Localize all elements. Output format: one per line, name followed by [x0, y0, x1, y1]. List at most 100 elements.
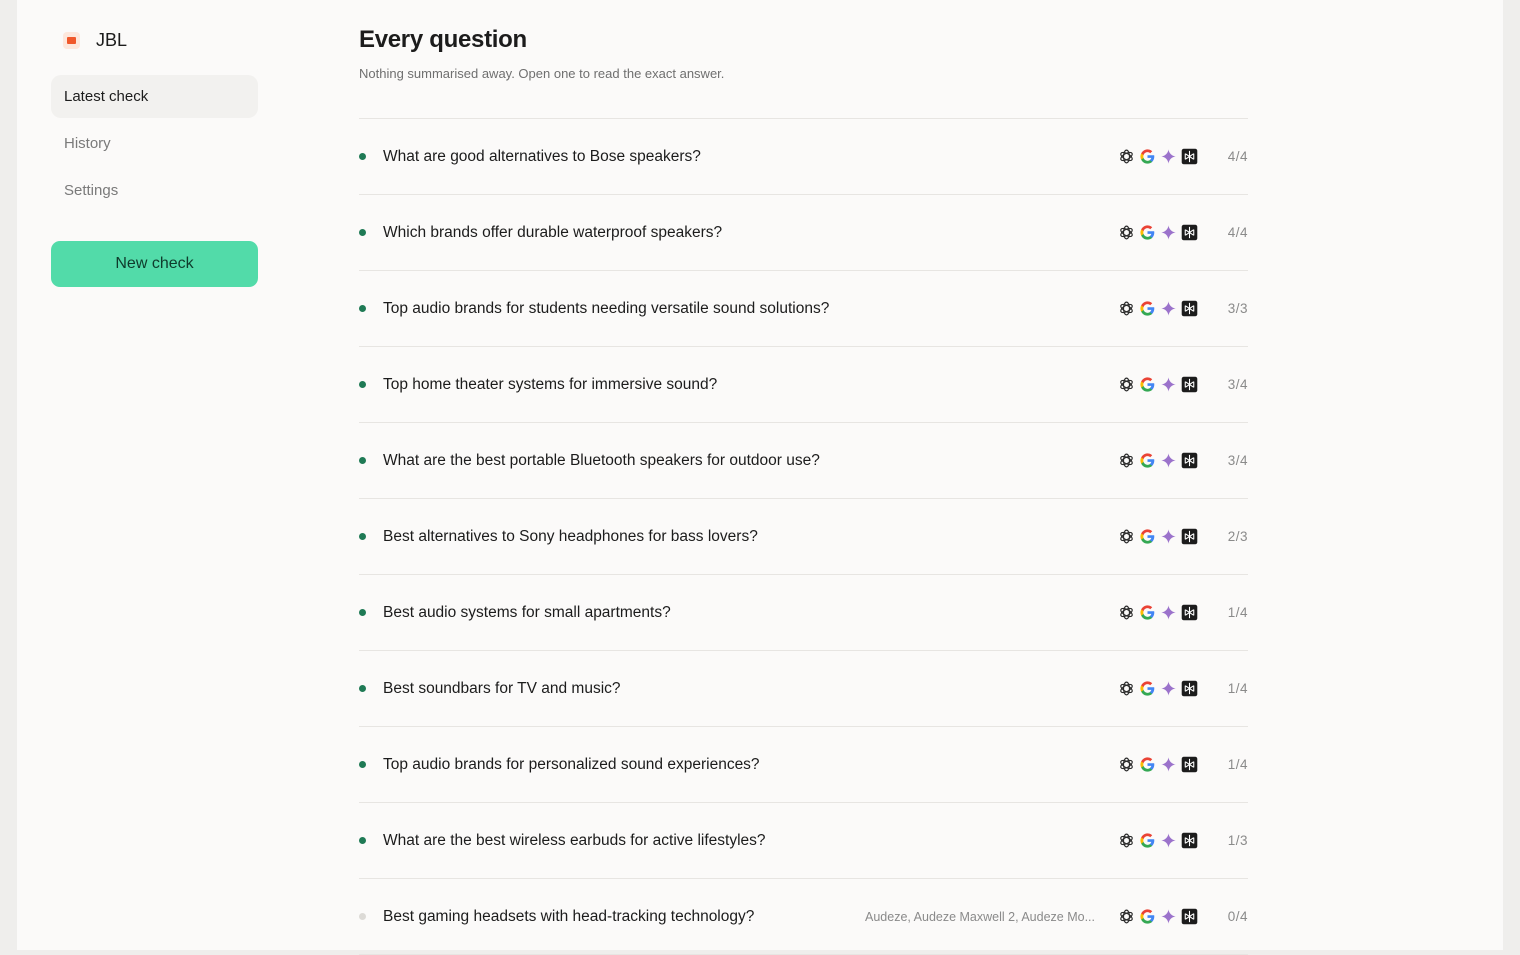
score-badge: 0/4: [1227, 909, 1248, 924]
engine-icons: [1117, 224, 1201, 242]
question-text: Best audio systems for small apartments?: [383, 603, 671, 621]
chatgpt-icon: [1117, 604, 1135, 622]
chatgpt-icon: [1117, 528, 1135, 546]
mentioned-brands: Audeze, Audeze Maxwell 2, Audeze Mo...: [865, 909, 1095, 924]
question-row[interactable]: Best gaming headsets with head-tracking …: [359, 879, 1248, 955]
perplexity-icon: [1180, 756, 1198, 774]
google-icon: [1138, 832, 1156, 850]
engine-icons: [1117, 148, 1201, 166]
question-row[interactable]: Which brands offer durable waterproof sp…: [359, 195, 1248, 271]
score-badge: 2/3: [1227, 529, 1248, 544]
question-row[interactable]: Top audio brands for personalized sound …: [359, 727, 1248, 803]
google-icon: [1138, 224, 1156, 242]
score-badge: 4/4: [1227, 225, 1248, 240]
app-window: JBL Latest check History Settings New ch…: [17, 0, 1503, 955]
status-dot: [359, 609, 366, 616]
chatgpt-icon: [1117, 756, 1135, 774]
chatgpt-icon: [1117, 224, 1135, 242]
page-subtitle: Nothing summarised away. Open one to rea…: [359, 66, 725, 81]
question-text: Best gaming headsets with head-tracking …: [383, 907, 755, 925]
engine-icons: [1117, 604, 1201, 622]
engine-icons: [1117, 756, 1201, 774]
question-text: Top audio brands for students needing ve…: [383, 299, 830, 317]
perplexity-icon: [1180, 300, 1198, 318]
gemini-icon: [1159, 224, 1177, 242]
question-text: Best alternatives to Sony headphones for…: [383, 527, 758, 545]
score-badge: 4/4: [1227, 149, 1248, 164]
question-text: What are the best portable Bluetooth spe…: [383, 451, 820, 469]
perplexity-icon: [1180, 680, 1198, 698]
question-text: Which brands offer durable waterproof sp…: [383, 223, 723, 241]
google-icon: [1138, 300, 1156, 318]
google-icon: [1138, 148, 1156, 166]
status-dot: [359, 229, 366, 236]
engine-icons: [1117, 528, 1201, 546]
chatgpt-icon: [1117, 832, 1135, 850]
sidebar-item-history[interactable]: History: [51, 122, 258, 165]
chatgpt-icon: [1117, 680, 1135, 698]
engine-icons: [1117, 376, 1201, 394]
gemini-icon: [1159, 680, 1177, 698]
gemini-icon: [1159, 300, 1177, 318]
question-row[interactable]: What are good alternatives to Bose speak…: [359, 119, 1248, 195]
status-dot: [359, 761, 366, 768]
perplexity-icon: [1180, 224, 1198, 242]
score-badge: 1/3: [1227, 833, 1248, 848]
question-text: What are the best wireless earbuds for a…: [383, 831, 766, 849]
status-dot: [359, 457, 366, 464]
new-check-button[interactable]: New check: [51, 241, 258, 287]
score-badge: 1/4: [1227, 757, 1248, 772]
brand[interactable]: JBL: [63, 27, 127, 53]
score-badge: 1/4: [1227, 605, 1248, 620]
score-badge: 1/4: [1227, 681, 1248, 696]
perplexity-icon: [1180, 832, 1198, 850]
score-badge: 3/3: [1227, 301, 1248, 316]
gemini-icon: [1159, 376, 1177, 394]
question-row[interactable]: Best audio systems for small apartments?…: [359, 575, 1248, 651]
sidebar-nav: Latest check History Settings: [51, 75, 258, 216]
sidebar-item-settings[interactable]: Settings: [51, 169, 258, 212]
google-icon: [1138, 528, 1156, 546]
perplexity-icon: [1180, 148, 1198, 166]
google-icon: [1138, 680, 1156, 698]
chatgpt-icon: [1117, 148, 1135, 166]
status-dot: [359, 685, 366, 692]
question-row[interactable]: Best soundbars for TV and music? 1/4: [359, 651, 1248, 727]
chatgpt-icon: [1117, 452, 1135, 470]
question-row[interactable]: Top audio brands for students needing ve…: [359, 271, 1248, 347]
engine-icons: [1117, 832, 1201, 850]
status-dot: [359, 305, 366, 312]
gemini-icon: [1159, 528, 1177, 546]
perplexity-icon: [1180, 376, 1198, 394]
perplexity-icon: [1180, 452, 1198, 470]
question-row[interactable]: What are the best wireless earbuds for a…: [359, 803, 1248, 879]
perplexity-icon: [1180, 908, 1198, 926]
brand-name: JBL: [96, 29, 128, 50]
chatgpt-icon: [1117, 376, 1135, 394]
page-title: Every question: [359, 26, 527, 53]
sidebar-item-latest-check[interactable]: Latest check: [51, 75, 258, 118]
gemini-icon: [1159, 604, 1177, 622]
google-icon: [1138, 604, 1156, 622]
chatgpt-icon: [1117, 300, 1135, 318]
question-row[interactable]: Best alternatives to Sony headphones for…: [359, 499, 1248, 575]
question-text: Top audio brands for personalized sound …: [383, 755, 760, 773]
status-dot: [359, 913, 366, 920]
question-text: What are good alternatives to Bose speak…: [383, 147, 701, 165]
question-list: What are good alternatives to Bose speak…: [359, 118, 1248, 955]
status-dot: [359, 381, 366, 388]
score-badge: 3/4: [1227, 453, 1248, 468]
gemini-icon: [1159, 756, 1177, 774]
status-dot: [359, 153, 366, 160]
question-text: Top home theater systems for immersive s…: [383, 375, 718, 393]
engine-icons: [1117, 300, 1201, 318]
question-row[interactable]: What are the best portable Bluetooth spe…: [359, 423, 1248, 499]
gemini-icon: [1159, 908, 1177, 926]
status-dot: [359, 837, 366, 844]
question-row[interactable]: Top home theater systems for immersive s…: [359, 347, 1248, 423]
google-icon: [1138, 908, 1156, 926]
google-icon: [1138, 756, 1156, 774]
gemini-icon: [1159, 832, 1177, 850]
question-text: Best soundbars for TV and music?: [383, 679, 621, 697]
engine-icons: [1117, 680, 1201, 698]
